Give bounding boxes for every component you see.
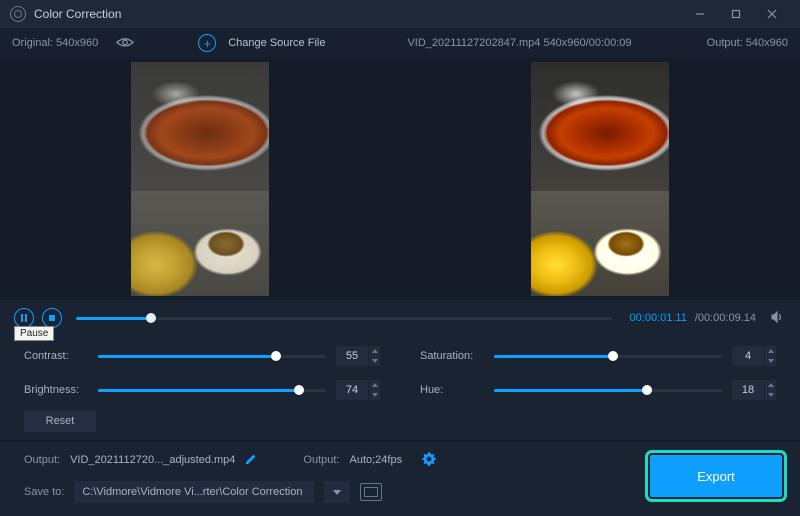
output-file-name: VID_2021112720..._adjusted.mp4 bbox=[70, 454, 235, 466]
saturation-down[interactable] bbox=[765, 356, 776, 366]
reset-button[interactable]: Reset bbox=[24, 410, 96, 432]
original-dimensions-label: Original: 540x960 bbox=[12, 37, 98, 49]
color-correction-window: Color Correction Original: 540x960 + Cha… bbox=[0, 0, 800, 516]
reset-row: Reset bbox=[0, 406, 800, 440]
brightness-row: Brightness: 74 bbox=[24, 380, 380, 400]
hue-slider[interactable] bbox=[494, 389, 722, 392]
close-button[interactable] bbox=[754, 0, 790, 28]
timeline-knob[interactable] bbox=[146, 313, 156, 323]
eye-icon[interactable] bbox=[116, 37, 134, 49]
pause-tooltip: Pause bbox=[14, 326, 54, 341]
contrast-slider[interactable] bbox=[98, 355, 326, 358]
hue-down[interactable] bbox=[765, 390, 776, 400]
window-title: Color Correction bbox=[34, 7, 682, 21]
open-folder-button[interactable] bbox=[360, 483, 382, 501]
contrast-up[interactable] bbox=[369, 346, 380, 356]
contrast-label: Contrast: bbox=[24, 350, 88, 362]
add-source-icon[interactable]: + bbox=[198, 34, 216, 52]
contrast-spinbox[interactable]: 55 bbox=[336, 346, 380, 366]
maximize-button[interactable] bbox=[718, 0, 754, 28]
hue-spinbox[interactable]: 18 bbox=[732, 380, 776, 400]
brightness-up[interactable] bbox=[369, 380, 380, 390]
brightness-slider[interactable] bbox=[98, 389, 326, 392]
adjusted-preview bbox=[400, 62, 800, 296]
saturation-up[interactable] bbox=[765, 346, 776, 356]
gear-icon[interactable] bbox=[422, 452, 436, 469]
volume-icon[interactable] bbox=[770, 310, 784, 327]
playback-controls: 00:00:01.11/00:00:09.14 Pause bbox=[0, 300, 800, 336]
timeline-fill bbox=[76, 317, 151, 320]
saturation-slider[interactable] bbox=[494, 355, 722, 358]
hue-label: Hue: bbox=[420, 384, 484, 396]
window-controls bbox=[682, 0, 790, 28]
change-source-link[interactable]: Change Source File bbox=[228, 37, 325, 49]
pause-button[interactable] bbox=[14, 308, 34, 328]
header-bar: Original: 540x960 + Change Source File V… bbox=[0, 28, 800, 58]
saturation-row: Saturation: 4 bbox=[420, 346, 776, 366]
hue-up[interactable] bbox=[765, 380, 776, 390]
save-path-dropdown[interactable] bbox=[324, 481, 350, 503]
adjustment-sliders: Contrast: 55 Saturation: 4 Brightness: 7… bbox=[0, 336, 800, 406]
time-total: /00:00:09.14 bbox=[695, 312, 756, 324]
time-current: 00:00:01.11 bbox=[630, 312, 687, 324]
timeline-track[interactable] bbox=[76, 317, 612, 320]
contrast-row: Contrast: 55 bbox=[24, 346, 380, 366]
output-dimensions-label: Output: 540x960 bbox=[707, 37, 788, 49]
output-file-label: Output: bbox=[24, 454, 60, 466]
brightness-spinbox[interactable]: 74 bbox=[336, 380, 380, 400]
app-icon bbox=[10, 6, 26, 22]
output-section: Output: VID_2021112720..._adjusted.mp4 O… bbox=[0, 441, 800, 503]
saturation-spinbox[interactable]: 4 bbox=[732, 346, 776, 366]
minimize-button[interactable] bbox=[682, 0, 718, 28]
original-preview bbox=[0, 62, 400, 296]
original-video-thumb bbox=[131, 62, 269, 296]
export-button[interactable]: Export bbox=[650, 455, 782, 497]
save-path-field[interactable]: C:\Vidmore\Vidmore Vi...rter\Color Corre… bbox=[74, 481, 314, 503]
contrast-down[interactable] bbox=[369, 356, 380, 366]
brightness-label: Brightness: bbox=[24, 384, 88, 396]
preview-area bbox=[0, 58, 800, 300]
output-settings-value: Auto;24fps bbox=[349, 454, 402, 466]
saturation-label: Saturation: bbox=[420, 350, 484, 362]
titlebar: Color Correction bbox=[0, 0, 800, 28]
hue-row: Hue: 18 bbox=[420, 380, 776, 400]
rename-icon[interactable] bbox=[245, 453, 257, 468]
output-settings-label: Output: bbox=[303, 454, 339, 466]
stop-button[interactable] bbox=[42, 308, 62, 328]
brightness-down[interactable] bbox=[369, 390, 380, 400]
adjusted-video-thumb bbox=[531, 62, 669, 296]
save-to-label: Save to: bbox=[24, 486, 64, 498]
source-file-info: VID_20211127202847.mp4 540x960/00:00:09 bbox=[407, 37, 631, 49]
